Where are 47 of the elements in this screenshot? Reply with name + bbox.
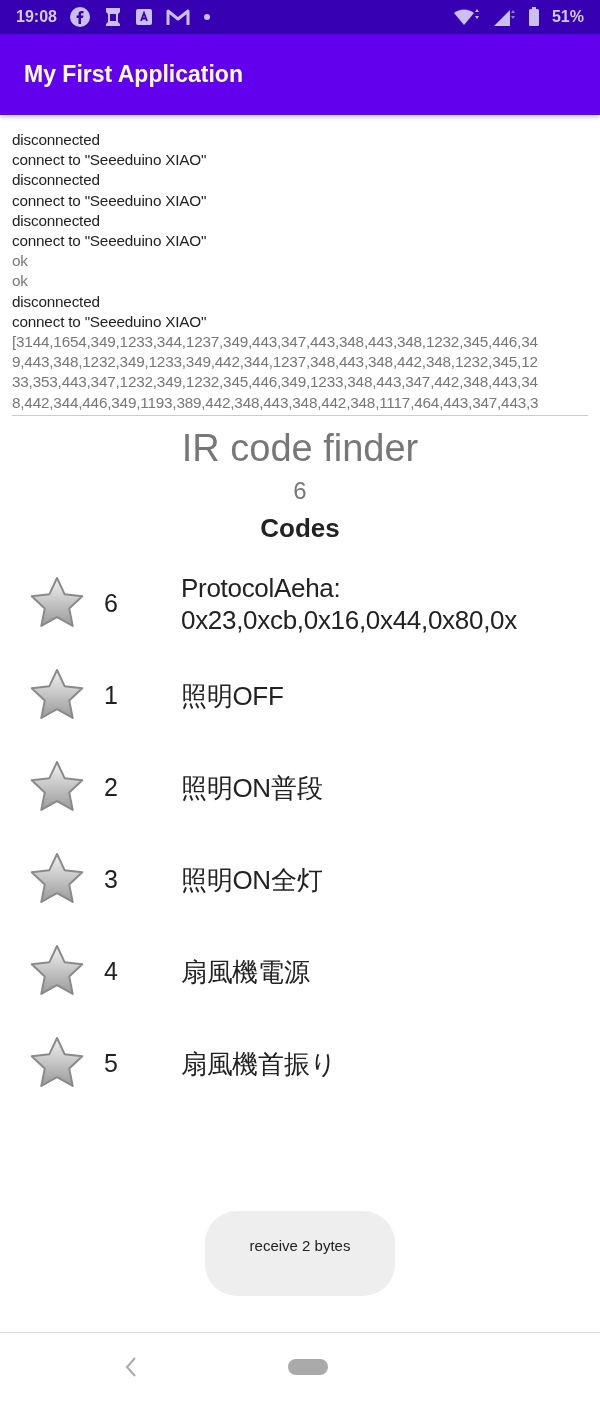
code-label: 照明OFF xyxy=(181,679,284,712)
code-item[interactable]: 4 扇風機電源 xyxy=(0,925,600,1018)
app-title: My First Application xyxy=(24,61,243,88)
log-line: connect to "Seeeduino XIAO" xyxy=(12,311,208,332)
clock: 19:08 xyxy=(16,8,57,26)
app-icon xyxy=(134,8,153,26)
log-line: [3144,1654,349,1233,344,1237,349,443,347,443,348,443,348,1232,345,446,34 xyxy=(12,332,539,353)
home-handle[interactable] xyxy=(288,1359,328,1375)
back-icon[interactable] xyxy=(124,1356,138,1378)
code-number: 1 xyxy=(103,681,119,711)
log-line: connect to "Seeeduino XIAO" xyxy=(12,150,208,171)
heading: IR code finder xyxy=(180,425,420,470)
code-item[interactable]: 6 ProtocolAeha: 0x23,0xcb,0x16,0x44,0x80,0x xyxy=(0,557,600,650)
code-label: ProtocolAeha: 0x23,0xcb,0x16,0x44,0x80,0x xyxy=(181,571,517,636)
log-line: ok xyxy=(12,251,29,272)
code-label: 扇風機電源 xyxy=(181,955,310,988)
log-line: disconnected xyxy=(12,291,101,312)
code-label: 照明ON普段 xyxy=(181,771,323,804)
code-number: 4 xyxy=(103,957,119,987)
log-line: connect to "Seeeduino XIAO" xyxy=(12,231,208,251)
code-count: 6 xyxy=(292,475,308,506)
section-title: Codes xyxy=(259,511,341,544)
battery-percentage: 51% xyxy=(551,8,584,26)
toast-message: receive 2 bytes xyxy=(205,1211,395,1296)
code-number: 3 xyxy=(103,865,119,895)
code-number: 5 xyxy=(103,1049,119,1079)
facebook-icon xyxy=(68,6,91,28)
log-line: ok xyxy=(12,271,29,292)
code-item[interactable]: 2 照明ON普段 xyxy=(0,741,600,834)
code-item[interactable]: 5 扇風機首振り xyxy=(0,1017,600,1110)
code-number: 2 xyxy=(103,773,119,803)
wifi-icon xyxy=(451,7,480,27)
log-line: disconnected xyxy=(12,130,101,150)
log-line: connect to "Seeeduino XIAO" xyxy=(12,190,208,211)
log-line: 8,442,344,446,349,1193,389,442,348,443,348,442,348,1117,464,443,347,443,3 xyxy=(12,392,540,413)
code-label: 扇風機首振り xyxy=(181,1047,337,1080)
code-item[interactable]: 1 照明OFF xyxy=(0,649,600,742)
log-line: 9,443,348,1232,349,1233,349,442,344,1237,348,443,348,442,348,1232,345,12 xyxy=(12,352,539,373)
mail-icon xyxy=(164,7,191,27)
log-line: disconnected xyxy=(12,210,101,231)
log-line: disconnected xyxy=(12,170,101,191)
log-line: 33,353,443,347,1232,349,1232,345,446,349,1233,348,443,347,442,348,443,34 xyxy=(12,372,539,393)
code-item[interactable]: 3 照明ON全灯 xyxy=(0,833,600,926)
battery-icon xyxy=(527,7,540,27)
notification-dot-icon xyxy=(202,13,211,21)
code-number: 6 xyxy=(103,589,119,619)
code-label: 照明ON全灯 xyxy=(181,863,323,896)
